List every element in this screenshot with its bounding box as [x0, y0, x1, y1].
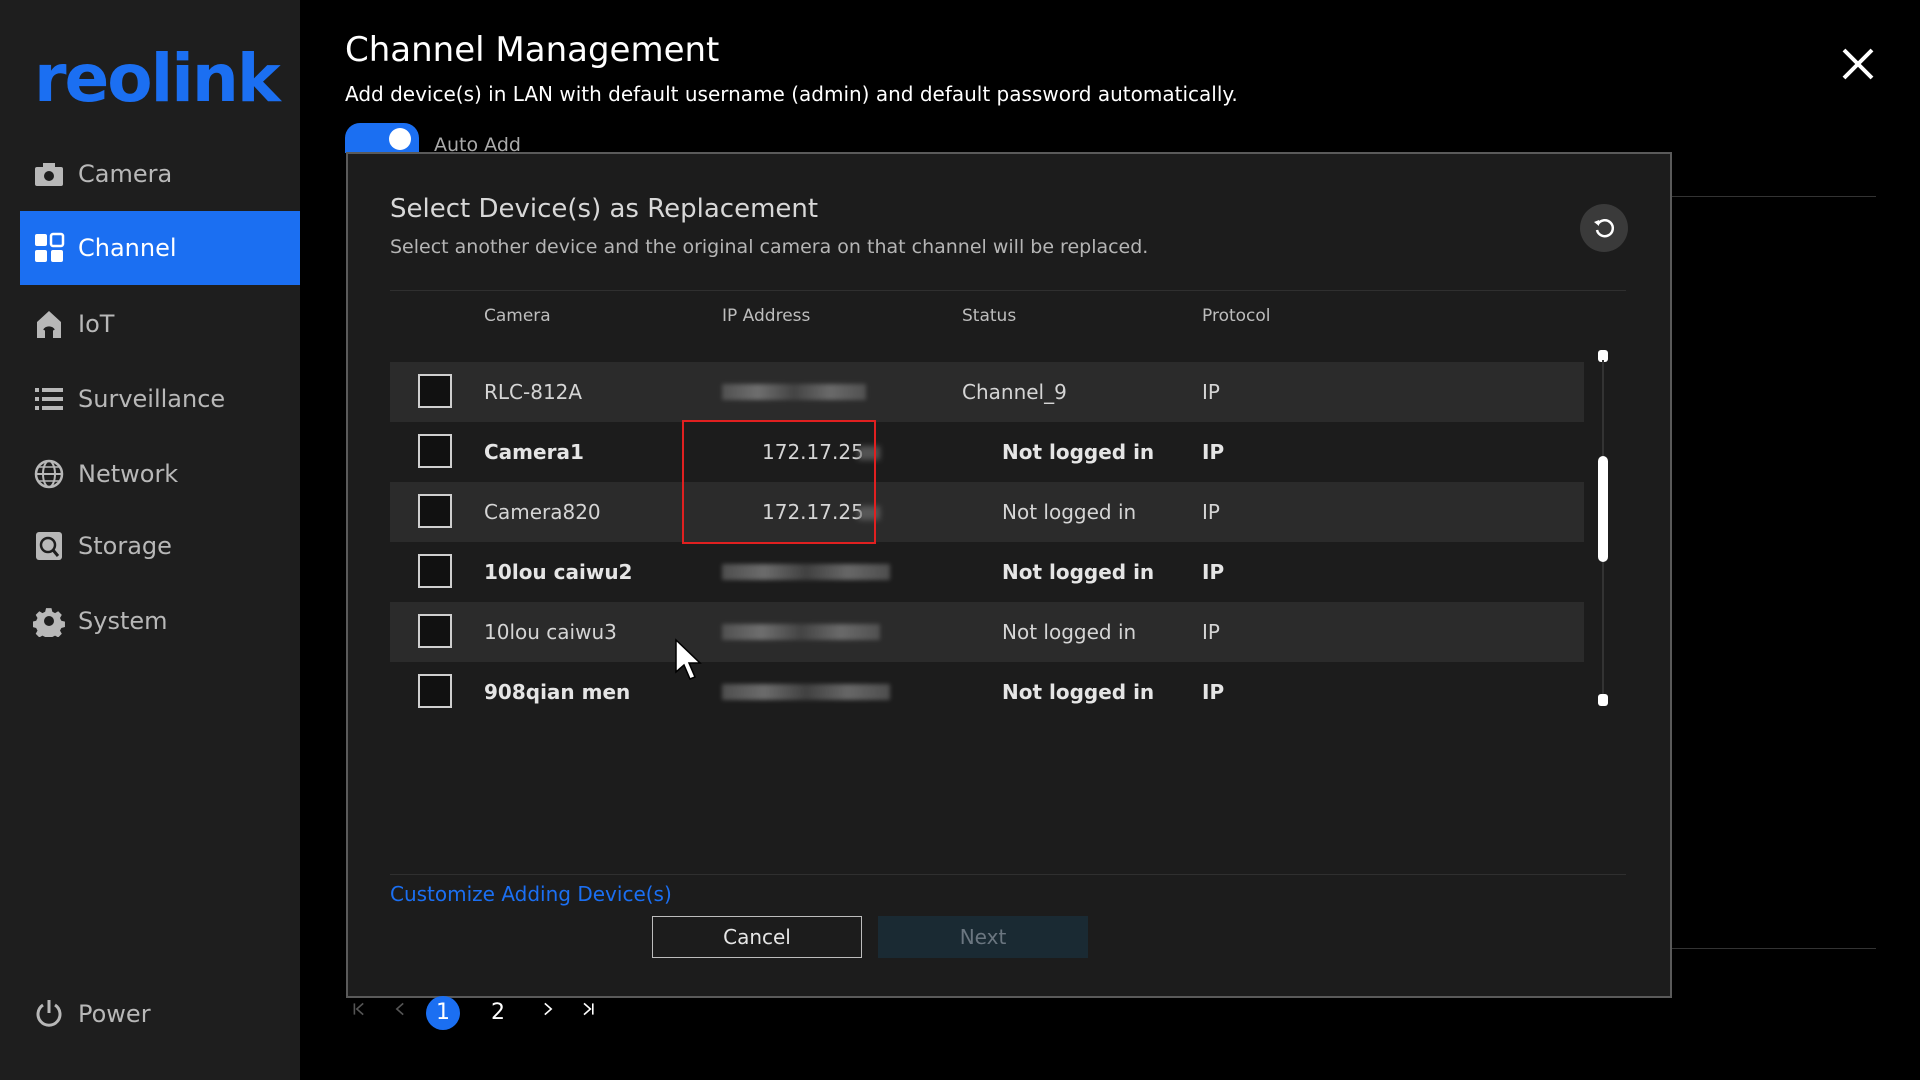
- sidebar-item-network[interactable]: Network: [20, 437, 300, 511]
- last-page-button[interactable]: [578, 996, 598, 1030]
- ip-redacted: [722, 684, 890, 700]
- close-button[interactable]: [1838, 44, 1878, 84]
- column-header-protocol[interactable]: Protocol: [1202, 306, 1271, 326]
- gear-icon: [32, 604, 66, 638]
- ip-redacted: [722, 384, 866, 400]
- sidebar-item-label: Surveillance: [78, 385, 226, 413]
- table-row[interactable]: Camera1 172.17.25 Not logged in IP: [390, 422, 1584, 482]
- status-text: Not logged in: [1002, 560, 1155, 584]
- protocol-text: IP: [1202, 500, 1220, 524]
- column-header-status[interactable]: Status: [962, 306, 1016, 326]
- camera-name: 10lou caiwu2: [484, 560, 633, 584]
- replacement-dialog: Select Device(s) as Replacement Select a…: [346, 152, 1672, 998]
- sidebar-item-camera[interactable]: Camera: [20, 137, 300, 211]
- row-checkbox[interactable]: [418, 614, 452, 648]
- auto-add-toggle[interactable]: [345, 123, 419, 153]
- power-icon: [32, 997, 66, 1031]
- row-checkbox[interactable]: [418, 554, 452, 588]
- row-checkbox[interactable]: [418, 434, 452, 468]
- ip-highlight-box: [682, 420, 876, 544]
- chevron-right-icon: [544, 1002, 553, 1016]
- chevron-left-icon: [395, 1002, 404, 1016]
- column-header-ip[interactable]: IP Address: [722, 306, 810, 326]
- power-label: Power: [78, 1000, 151, 1028]
- camera-name: 10lou caiwu3: [484, 620, 617, 644]
- close-icon: [1842, 48, 1874, 80]
- globe-icon: [32, 457, 66, 491]
- storage-icon: [32, 529, 66, 563]
- ip-redacted: [722, 564, 890, 580]
- status-text: Not logged in: [1002, 500, 1137, 524]
- scrollbar-thumb[interactable]: [1598, 456, 1608, 562]
- camera-name: Camera1: [484, 440, 584, 464]
- status-text: Not logged in: [1002, 680, 1155, 704]
- sidebar-item-label: IoT: [78, 310, 115, 338]
- divider: [390, 874, 1626, 875]
- cancel-button[interactable]: Cancel: [652, 916, 862, 958]
- camera-name: RLC-812A: [484, 380, 583, 404]
- page-2-button[interactable]: 2: [486, 996, 510, 1030]
- dialog-title: Select Device(s) as Replacement: [390, 194, 819, 224]
- protocol-text: IP: [1202, 380, 1220, 404]
- scrollbar[interactable]: [1598, 350, 1608, 706]
- camera-name: 908qian men: [484, 680, 631, 704]
- customize-adding-link[interactable]: Customize Adding Device(s): [390, 882, 672, 906]
- sidebar-item-label: System: [78, 607, 168, 635]
- page-subtitle: Add device(s) in LAN with default userna…: [345, 82, 1238, 106]
- scrollbar-cap: [1598, 694, 1608, 706]
- sidebar-item-iot[interactable]: IoT: [20, 287, 300, 361]
- row-checkbox[interactable]: [418, 494, 452, 528]
- mouse-cursor-icon: [674, 638, 702, 682]
- sidebar-item-storage[interactable]: Storage: [20, 509, 300, 583]
- power-button[interactable]: Power: [20, 977, 300, 1051]
- list-icon: [32, 382, 66, 416]
- table-row[interactable]: Camera820 172.17.25 Not logged in IP: [390, 482, 1584, 542]
- divider: [1672, 196, 1876, 197]
- status-text: Not logged in: [1002, 440, 1155, 464]
- page-title: Channel Management: [345, 30, 720, 70]
- status-text: Channel_9: [962, 380, 1067, 404]
- sidebar: reolink Camera Channel IoT Surveillance …: [0, 0, 300, 1080]
- ip-redacted: [722, 624, 880, 640]
- camera-icon: [32, 157, 66, 191]
- reolink-logo: reolink: [34, 40, 281, 117]
- next-page-button[interactable]: [538, 996, 558, 1030]
- protocol-text: IP: [1202, 440, 1225, 464]
- sidebar-item-system[interactable]: System: [20, 584, 300, 658]
- divider: [1672, 948, 1876, 949]
- sidebar-item-label: Storage: [78, 532, 172, 560]
- toggle-knob: [389, 128, 411, 150]
- divider: [390, 290, 1626, 291]
- table-row[interactable]: 10lou caiwu3 Not logged in IP: [390, 602, 1584, 662]
- status-text: Not logged in: [1002, 620, 1137, 644]
- protocol-text: IP: [1202, 560, 1225, 584]
- protocol-text: IP: [1202, 680, 1225, 704]
- refresh-icon: [1594, 219, 1615, 238]
- sidebar-item-label: Camera: [78, 160, 173, 188]
- column-header-camera[interactable]: Camera: [484, 306, 551, 326]
- first-page-button[interactable]: [350, 996, 370, 1030]
- sidebar-item-surveillance[interactable]: Surveillance: [20, 362, 300, 436]
- home-icon: [32, 307, 66, 341]
- refresh-button[interactable]: [1580, 204, 1628, 252]
- last-page-icon: [583, 1002, 594, 1016]
- sidebar-item-channel[interactable]: Channel: [20, 211, 300, 285]
- row-checkbox[interactable]: [418, 374, 452, 408]
- table-row[interactable]: 10lou caiwu2 Not logged in IP: [390, 542, 1584, 602]
- protocol-text: IP: [1202, 620, 1220, 644]
- prev-page-button[interactable]: [390, 996, 410, 1030]
- sidebar-item-label: Network: [78, 460, 179, 488]
- dialog-subtitle: Select another device and the original c…: [390, 236, 1149, 258]
- next-button[interactable]: Next: [878, 916, 1088, 958]
- table-row[interactable]: RLC-812A Channel_9 IP: [390, 362, 1584, 422]
- grid-icon: [32, 231, 66, 265]
- row-checkbox[interactable]: [418, 674, 452, 708]
- first-page-icon: [353, 1002, 364, 1016]
- sidebar-item-label: Channel: [78, 234, 177, 262]
- table-row[interactable]: 908qian men Not logged in IP: [390, 662, 1584, 722]
- page-1-button[interactable]: 1: [426, 996, 460, 1030]
- camera-name: Camera820: [484, 500, 601, 524]
